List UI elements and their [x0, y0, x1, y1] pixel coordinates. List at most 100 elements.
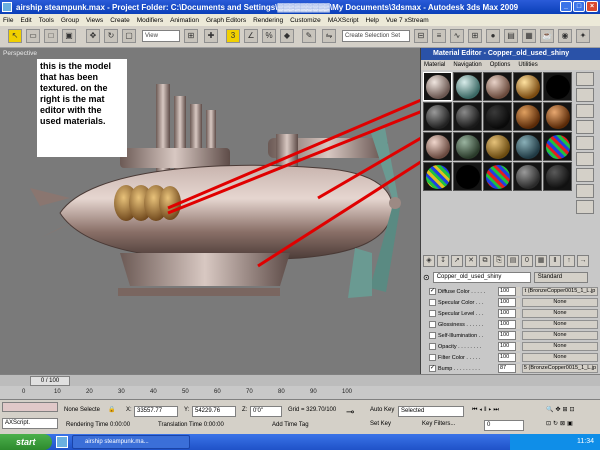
map-slot-button[interactable]: None	[522, 331, 598, 340]
material-editor-icon[interactable]: ●	[486, 29, 500, 43]
sample-slot[interactable]	[543, 162, 572, 191]
map-slot-button[interactable]: 5 (BronzeCopper0015_1_L.jp	[522, 364, 598, 373]
sample-slot[interactable]	[483, 72, 512, 101]
curve-editor-icon[interactable]: ∿	[450, 29, 464, 43]
me-menu-material[interactable]: Material	[424, 60, 445, 70]
playback-controls[interactable]: ⏮◂‖▸⏭	[472, 406, 540, 417]
rendered-frame-icon[interactable]: ▦	[522, 29, 536, 43]
sample-slot[interactable]	[513, 72, 542, 101]
map-amount-spinner[interactable]	[516, 287, 520, 296]
backlight-icon[interactable]	[576, 88, 594, 102]
key-mode-select[interactable]: Selected	[398, 406, 464, 417]
viewport-nav-icons[interactable]: 🔍✥⊞⊡	[546, 406, 596, 417]
sample-slot[interactable]	[513, 162, 542, 191]
map-amount-spinner[interactable]	[516, 320, 520, 329]
sample-slot[interactable]	[483, 162, 512, 191]
material-name-field[interactable]: Copper_old_used_shiny	[432, 271, 531, 283]
material-navigator-icon[interactable]	[576, 200, 594, 214]
move-icon[interactable]: ✥	[86, 29, 100, 43]
video-check-icon[interactable]	[576, 136, 594, 150]
map-amount-field[interactable]: 100	[498, 287, 516, 296]
map-amount-spinner[interactable]	[516, 353, 520, 362]
percent-snap-icon[interactable]: %	[262, 29, 276, 43]
window-crossing-icon[interactable]: ▣	[62, 29, 76, 43]
render-setup-icon[interactable]: ▤	[504, 29, 518, 43]
map-enable-checkbox[interactable]	[429, 343, 436, 350]
sample-slot[interactable]	[543, 72, 572, 101]
map-enable-checkbox[interactable]	[429, 299, 436, 306]
menu-rendering[interactable]: Rendering	[253, 17, 283, 24]
menu-graph-editors[interactable]: Graph Editors	[206, 17, 246, 24]
map-amount-spinner[interactable]	[516, 364, 520, 373]
sample-slot[interactable]	[453, 132, 482, 161]
tray-clock[interactable]: 11:34	[577, 438, 594, 445]
selection-set-combo[interactable]: Create Selection Set	[342, 30, 410, 42]
auto-key-button[interactable]: Auto Key	[370, 406, 400, 417]
x-coordinate-field[interactable]: 33557.77	[134, 406, 178, 417]
render-production-icon[interactable]: ◉	[558, 29, 572, 43]
sample-slot[interactable]	[453, 162, 482, 191]
map-slot-button[interactable]: None	[522, 320, 598, 329]
map-amount-field[interactable]: 100	[498, 298, 516, 307]
sample-type-icon[interactable]	[576, 72, 594, 86]
y-coordinate-field[interactable]: 54229.76	[192, 406, 236, 417]
me-menu-utilities[interactable]: Utilities	[518, 60, 537, 70]
map-amount-field[interactable]: 100	[498, 331, 516, 340]
maximize-button[interactable]: □	[573, 1, 585, 12]
map-amount-spinner[interactable]	[516, 342, 520, 351]
material-id-icon[interactable]: 0	[521, 255, 533, 267]
map-amount-field[interactable]: 100	[498, 353, 516, 362]
map-amount-field[interactable]: 100	[498, 309, 516, 318]
pivot-icon[interactable]: ⊞	[184, 29, 198, 43]
map-slot-button[interactable]: t (BronzeCopper0015_1_L.jp	[522, 287, 598, 296]
named-selection-icon[interactable]: ✎	[302, 29, 316, 43]
map-slot-button[interactable]: None	[522, 342, 598, 351]
sample-slot[interactable]	[423, 102, 452, 131]
map-amount-field[interactable]: 87	[498, 364, 516, 373]
menu-maxscript[interactable]: MAXScript	[328, 17, 359, 24]
go-to-parent-icon[interactable]: ↑	[563, 255, 575, 267]
material-type-button[interactable]: Standard	[533, 271, 588, 283]
map-enable-checkbox[interactable]: ✓	[429, 365, 436, 372]
quick-launch-icon[interactable]	[56, 436, 68, 448]
reference-coordinate-combo[interactable]: View	[142, 30, 180, 42]
menu-views[interactable]: Views	[86, 17, 103, 24]
put-to-library-icon[interactable]: ▤	[507, 255, 519, 267]
sample-slot[interactable]	[483, 132, 512, 161]
key-icon[interactable]: ⊸	[346, 408, 364, 419]
sample-slot[interactable]	[423, 162, 452, 191]
spinner-snap-icon[interactable]: ◆	[280, 29, 294, 43]
quick-render-icon[interactable]: ☕	[540, 29, 554, 43]
sample-slot[interactable]	[513, 132, 542, 161]
menu-create[interactable]: Create	[110, 17, 130, 24]
taskbar-item-3dsmax[interactable]: airship steampunk.ma...	[72, 435, 190, 449]
assign-to-selection-icon[interactable]: ➚	[451, 255, 463, 267]
sample-slot[interactable]	[423, 132, 452, 161]
schematic-icon[interactable]: ⊞	[468, 29, 482, 43]
make-preview-icon[interactable]	[576, 152, 594, 166]
select-by-material-icon[interactable]	[576, 184, 594, 198]
set-key-button[interactable]: Set Key	[370, 420, 398, 431]
sample-slot[interactable]	[543, 102, 572, 131]
lock-selection-icon[interactable]: 🔒	[108, 406, 118, 417]
me-menu-navigation[interactable]: Navigation	[453, 60, 481, 70]
map-amount-spinner[interactable]	[516, 298, 520, 307]
get-material-icon[interactable]: ◈	[423, 255, 435, 267]
maxscript-listener-mini[interactable]	[2, 402, 58, 412]
viewport-nav-icons-2[interactable]: ⊡↻⊠▣	[546, 420, 596, 431]
snap-icon[interactable]: 3	[226, 29, 240, 43]
show-end-result-icon[interactable]: Ⅱ	[549, 255, 561, 267]
mirror-icon[interactable]: ⇋	[322, 29, 336, 43]
menu-customize[interactable]: Customize	[290, 17, 321, 24]
map-enable-checkbox[interactable]	[429, 321, 436, 328]
map-slot-button[interactable]: None	[522, 309, 598, 318]
put-to-scene-icon[interactable]: ↧	[437, 255, 449, 267]
vue-icon[interactable]: ✦	[576, 29, 590, 43]
map-amount-field[interactable]: 100	[498, 320, 516, 329]
select-icon[interactable]: ↖	[8, 29, 22, 43]
sample-slot[interactable]	[483, 102, 512, 131]
maxscript-input[interactable]: AXScript.	[2, 418, 58, 429]
map-enable-checkbox[interactable]	[429, 310, 436, 317]
scale-icon[interactable]: ▢	[122, 29, 136, 43]
track-bar[interactable]: 0 10 20 30 40 50 60 70 80 90 100	[0, 386, 600, 400]
